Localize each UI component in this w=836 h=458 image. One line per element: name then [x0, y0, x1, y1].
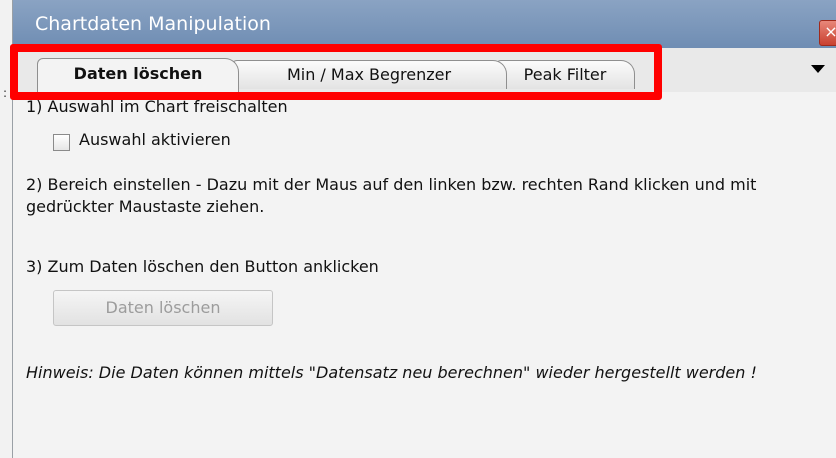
auswahl-aktivieren-checkbox[interactable]	[53, 134, 70, 151]
daten-loeschen-button[interactable]: Daten löschen	[53, 290, 273, 326]
window-title: Chartdaten Manipulation	[35, 13, 271, 35]
tab-dropdown-icon[interactable]	[811, 65, 825, 73]
panel-edge-mark: :	[3, 86, 8, 100]
tab-content: 1) Auswahl im Chart freischalten Auswahl…	[13, 92, 836, 458]
hint-text: Hinweis: Die Daten können mittels "Daten…	[26, 363, 757, 382]
step-2-text: 2) Bereich einstellen - Dazu mit der Mau…	[26, 175, 757, 216]
checkbox-label: Auswahl aktivieren	[79, 130, 231, 149]
close-button[interactable]: ×	[819, 20, 836, 46]
title-bar: Chartdaten Manipulation ×	[13, 0, 836, 48]
close-icon: ×	[824, 22, 836, 41]
step-3-text: 3) Zum Daten löschen den Button anklicke…	[26, 257, 379, 276]
red-highlight-box	[10, 44, 662, 100]
